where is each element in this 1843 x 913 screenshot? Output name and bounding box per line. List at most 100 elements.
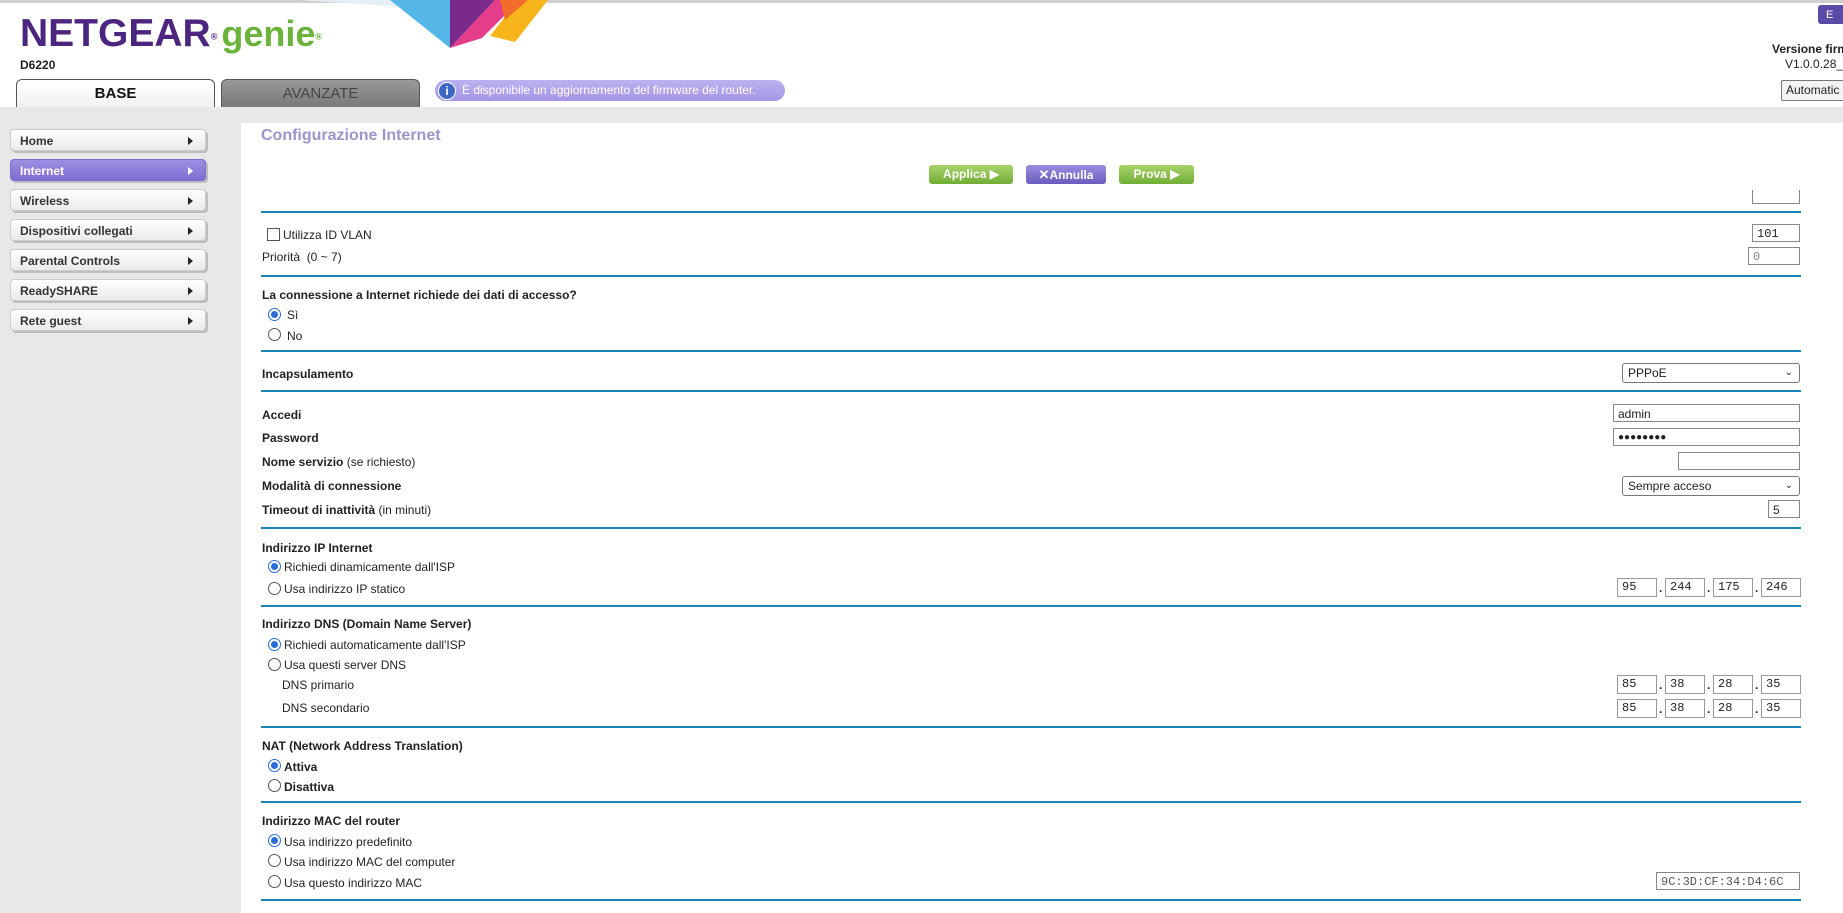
mac-computer-radio[interactable] (268, 854, 281, 867)
cancel-button[interactable]: ✕Annulla (1026, 165, 1106, 184)
sidebar-item-label: Wireless (20, 194, 70, 208)
ip-static-label: Usa indirizzo IP statico (284, 582, 406, 596)
nat-title: NAT (Network Address Translation) (262, 739, 463, 753)
sidebar-item-home[interactable]: Home (10, 129, 206, 151)
tab-advanced[interactable]: AVANZATE (221, 79, 420, 108)
connection-mode-label: Modalità di connessione (262, 479, 402, 493)
ip-dynamic-label: Richiedi dinamicamente dall'ISP (284, 560, 456, 574)
chevron-right-icon (188, 137, 193, 145)
encapsulation-select[interactable]: PPPoE ⌄ (1622, 363, 1800, 383)
vlan-checkbox[interactable] (267, 228, 280, 241)
section-divider (261, 390, 1801, 392)
dns-primary-label: DNS primario (282, 678, 355, 692)
service-name-input[interactable] (1678, 452, 1800, 470)
dns-manual-label: Usa questi server DNS (284, 658, 407, 672)
dns-primary-octet-4[interactable]: 35 (1761, 675, 1801, 694)
ip-octet-2[interactable]: 244 (1665, 578, 1705, 597)
sidebar-item-wireless[interactable]: Wireless (10, 189, 206, 211)
dns-auto-label: Richiedi automaticamente dall'ISP (284, 638, 466, 652)
ip-static-radio[interactable] (268, 582, 281, 595)
sidebar-item-label: Internet (20, 164, 65, 178)
login-required-yes-label: Sì (287, 308, 299, 322)
firmware-update-notice[interactable]: i È disponibile un aggiornamento del firm… (435, 80, 785, 101)
test-button[interactable]: Prova ▶ (1119, 165, 1194, 184)
login-label: Accedi (262, 408, 302, 422)
sidebar-item-label: Rete guest (20, 314, 82, 328)
firmware-version-label: Versione firm (1772, 42, 1843, 56)
ip-dot: . (1755, 702, 1759, 716)
ip-dot: . (1707, 702, 1711, 716)
ip-dynamic-radio[interactable] (268, 560, 281, 573)
sidebar-item-readyshare[interactable]: ReadySHARE (10, 279, 206, 301)
mac-title: Indirizzo MAC del router (262, 814, 400, 828)
firmware-notice-text: È disponibile un aggiornamento del firmw… (462, 83, 756, 97)
ip-octet-1[interactable]: 95 (1617, 578, 1657, 597)
dns-primary-octet-1[interactable]: 85 (1617, 675, 1657, 694)
encapsulation-value: PPPoE (1628, 366, 1667, 380)
ip-dot: . (1659, 702, 1663, 716)
login-required-no-radio[interactable] (268, 328, 281, 341)
ip-octet-3[interactable]: 175 (1713, 578, 1753, 597)
service-name-hint: (se richiesto) (346, 455, 416, 469)
main-content (241, 123, 1843, 913)
login-required-question: La connessione a Internet richiede dei d… (262, 288, 577, 302)
language-auto-select[interactable]: Automatic (1781, 80, 1843, 101)
dns-secondary-octet-3[interactable]: 28 (1713, 699, 1753, 718)
mac-custom-input[interactable]: 9C:3D:CF:34:D4:6C (1656, 872, 1800, 890)
sidebar-item-label: Home (20, 134, 54, 148)
header-decoration-graphic (300, 0, 548, 48)
idle-timeout-hint: (in minuti) (378, 503, 432, 517)
ip-dot: . (1707, 678, 1711, 692)
section-divider (261, 275, 1801, 277)
dns-secondary-octet-2[interactable]: 38 (1665, 699, 1705, 718)
header-band (0, 107, 1843, 123)
nat-disable-label: Disattiva (284, 780, 335, 794)
chevron-right-icon (188, 287, 193, 295)
ip-dot: . (1659, 678, 1663, 692)
ip-dot: . (1707, 581, 1711, 595)
dns-primary-octet-2[interactable]: 38 (1665, 675, 1705, 694)
chevron-right-icon (188, 257, 193, 265)
mac-default-radio[interactable] (268, 834, 281, 847)
sidebar-item-attached-devices[interactable]: Dispositivi collegati (10, 219, 206, 241)
router-model: D6220 (20, 58, 56, 72)
logout-button[interactable]: E (1818, 5, 1843, 24)
dns-manual-radio[interactable] (268, 658, 281, 671)
dns-secondary-octet-1[interactable]: 85 (1617, 699, 1657, 718)
sidebar-item-label: ReadySHARE (20, 284, 99, 298)
password-input[interactable]: ●●●●●●●● (1613, 428, 1800, 446)
tab-base[interactable]: BASE (16, 79, 215, 108)
nat-enable-radio[interactable] (268, 759, 281, 772)
nat-disable-radio[interactable] (268, 779, 281, 792)
priority-range: (0 ~ 7) (306, 250, 342, 264)
chevron-down-icon: ⌄ (1784, 480, 1793, 491)
apply-button[interactable]: Applica ▶ (929, 165, 1013, 184)
page-title: Configurazione Internet (261, 127, 441, 144)
sidebar-item-parental-controls[interactable]: Parental Controls (10, 249, 206, 271)
chevron-right-icon (188, 167, 193, 175)
ip-octet-4[interactable]: 246 (1761, 578, 1801, 597)
connection-mode-select[interactable]: Sempre acceso ⌄ (1622, 476, 1800, 496)
ip-dot: . (1755, 678, 1759, 692)
login-input[interactable]: admin (1613, 404, 1800, 422)
vlan-id-input[interactable]: 101 (1752, 224, 1800, 242)
dns-secondary-label: DNS secondario (282, 701, 370, 715)
mac-custom-radio[interactable] (268, 875, 281, 888)
service-name-label: Nome servizio (se richiesto) (262, 455, 415, 469)
priority-input[interactable]: 0 (1748, 247, 1800, 265)
close-icon: ✕ (1038, 167, 1050, 182)
cancel-label: Annulla (1049, 168, 1094, 182)
sidebar-item-internet[interactable]: Internet (10, 159, 206, 181)
idle-timeout-input[interactable]: 5 (1768, 500, 1800, 518)
section-divider (261, 527, 1801, 529)
sidebar-item-guest-network[interactable]: Rete guest (10, 309, 206, 331)
dns-auto-radio[interactable] (268, 638, 281, 651)
dns-primary-octet-3[interactable]: 28 (1713, 675, 1753, 694)
brand-reg-mark: ® (210, 31, 218, 42)
login-required-yes-radio[interactable] (268, 308, 281, 321)
chevron-down-icon: ⌄ (1784, 367, 1793, 378)
sidebar-item-label: Parental Controls (20, 254, 121, 268)
dns-secondary-octet-4[interactable]: 35 (1761, 699, 1801, 718)
mac-custom-label: Usa questo indirizzo MAC (284, 876, 423, 890)
section-divider (261, 350, 1801, 352)
